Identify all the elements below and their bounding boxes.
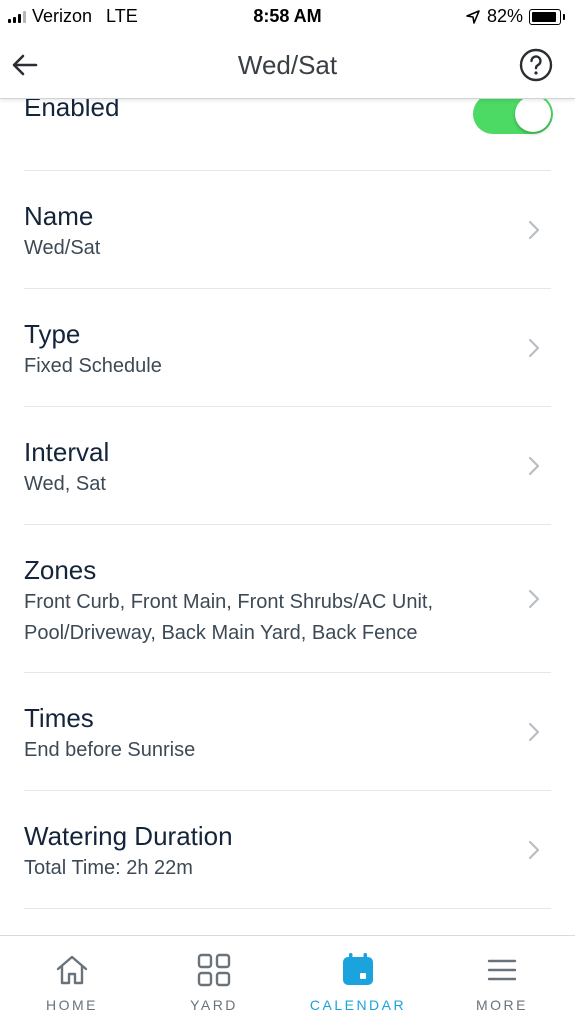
tab-home[interactable]: HOME: [0, 936, 144, 1025]
chevron-right-icon: [528, 722, 540, 741]
tab-label: MORE: [476, 997, 528, 1013]
row-title: Zones: [24, 555, 97, 585]
row-subtitle: Fixed Schedule: [24, 355, 162, 377]
row-title: Type: [24, 319, 81, 349]
chevron-right-icon: [528, 589, 540, 608]
row-title: Name: [24, 201, 94, 231]
status-bar: Verizon LTE 8:58 AM 82%: [0, 0, 575, 34]
row-type[interactable]: Type Fixed Schedule: [24, 289, 551, 407]
row-title: Times: [24, 703, 94, 733]
battery-percent: 82%: [486, 6, 523, 26]
row-subtitle: End before Sunrise: [24, 739, 196, 761]
tab-calendar[interactable]: CALENDAR: [286, 936, 430, 1025]
row-zones[interactable]: Zones Front Curb, Front Main, Front Shru…: [24, 525, 551, 673]
row-title: Watering Duration: [24, 821, 233, 851]
row-times[interactable]: Times End before Sunrise: [24, 673, 551, 791]
grid-icon: [197, 953, 231, 987]
enabled-toggle[interactable]: [473, 94, 553, 134]
row-subtitle: Wed, Sat: [24, 473, 106, 495]
chevron-right-icon: [528, 456, 540, 475]
row-subtitle: Wed/Sat: [24, 237, 101, 259]
row-name[interactable]: Name Wed/Sat: [24, 171, 551, 289]
tab-label: CALENDAR: [309, 997, 407, 1013]
tab-more[interactable]: MORE: [430, 936, 574, 1025]
page-title: Wed/Sat: [237, 50, 338, 80]
menu-icon: [487, 959, 517, 981]
tab-label: HOME: [46, 997, 98, 1013]
calendar-icon: [343, 953, 373, 985]
row-subtitle: Total Time: 2h 22m: [24, 857, 193, 879]
chevron-right-icon: [528, 220, 540, 239]
status-right: 82%: [465, 6, 565, 27]
row-watering-duration[interactable]: Watering Duration Total Time: 2h 22m: [24, 791, 551, 909]
tab-yard[interactable]: YARD: [142, 936, 286, 1025]
location-arrow-icon: [466, 9, 480, 24]
house-icon: [56, 955, 88, 985]
chevron-right-icon: [528, 338, 540, 357]
schedule-settings-list: Enabled Name Wed/Sat Type Fixed Schedule…: [0, 92, 575, 909]
battery-icon: [529, 8, 565, 25]
nav-header: Wed/Sat: [0, 34, 575, 99]
row-title: Interval: [24, 437, 110, 467]
chevron-right-icon: [528, 840, 540, 859]
row-subtitle: Front Curb, Front Main, Front Shrubs/AC …: [24, 591, 434, 644]
row-interval[interactable]: Interval Wed, Sat: [24, 407, 551, 525]
bottom-tab-bar: HOME YARD CALENDAR MORE: [0, 935, 575, 1025]
enabled-row: Enabled: [24, 92, 553, 171]
tab-label: YARD: [190, 997, 238, 1013]
toggle-knob: [515, 96, 551, 132]
question-circle-icon[interactable]: [519, 48, 553, 82]
